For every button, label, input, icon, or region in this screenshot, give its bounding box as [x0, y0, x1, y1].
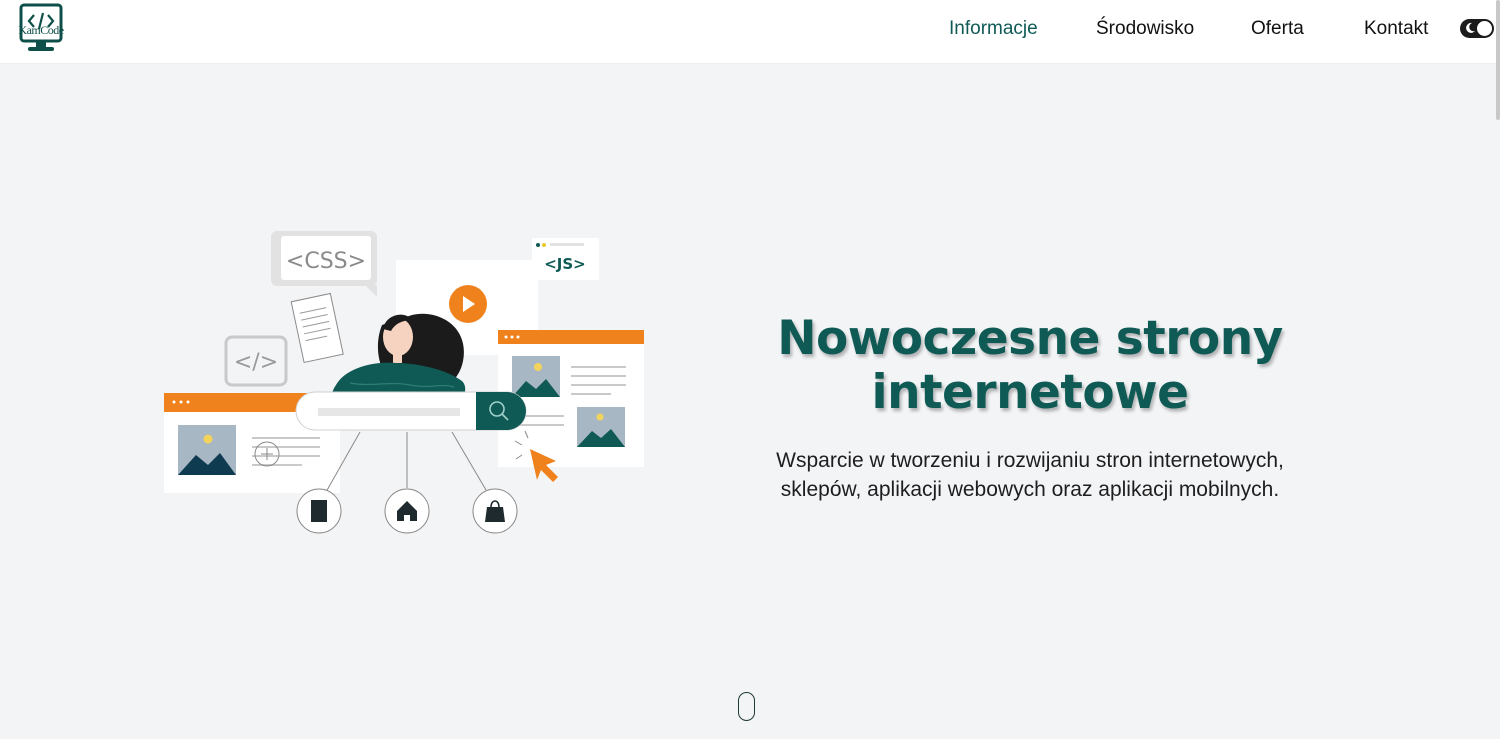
nav-informacje[interactable]: Informacje [949, 18, 1038, 40]
js-tag: <JS> [532, 238, 599, 280]
site-header: KamCode Informacje Środowisko Oferta Kon… [0, 0, 1500, 64]
page-scrollbar[interactable] [1496, 0, 1500, 120]
toggle-knob [1477, 21, 1492, 36]
document-sheet [290, 292, 344, 364]
search-bar-graphic [295, 391, 527, 431]
hero-subtitle: Wsparcie w tworzeniu i rozwijaniu stron … [700, 446, 1360, 504]
moon-icon [1466, 22, 1475, 33]
nav-kontakt[interactable]: Kontakt [1364, 18, 1428, 40]
document-circle-icon [296, 488, 342, 534]
shopping-bag-circle-icon [472, 488, 518, 534]
nav-srodowisko[interactable]: Środowisko [1096, 18, 1194, 40]
hero-subtitle-line-2: sklepów, aplikacji webowych oraz aplikac… [780, 478, 1280, 501]
css-label: <CSS> [286, 249, 366, 274]
logo-text: KamCode [18, 23, 64, 37]
js-label: <JS> [544, 255, 586, 273]
css-bubble: <CSS> [271, 231, 377, 297]
web-development-illustration: <CSS> </> <JS> [164, 231, 644, 534]
hero-title: Nowoczesne strony internetowe [730, 312, 1330, 420]
code-bubble: </> [224, 335, 288, 387]
home-circle-icon [384, 488, 430, 534]
hero-subtitle-line-1: Wsparcie w tworzeniu i rozwijaniu stron … [776, 449, 1284, 472]
nav-oferta[interactable]: Oferta [1251, 18, 1304, 40]
hero-title-line-2: internetowe [871, 365, 1189, 420]
mouse-scroll-icon[interactable] [738, 692, 755, 721]
kamcode-logo[interactable]: KamCode [14, 3, 68, 55]
hero-title-line-1: Nowoczesne strony [777, 311, 1283, 366]
theme-toggle[interactable] [1460, 19, 1494, 38]
code-label: </> [234, 350, 278, 375]
